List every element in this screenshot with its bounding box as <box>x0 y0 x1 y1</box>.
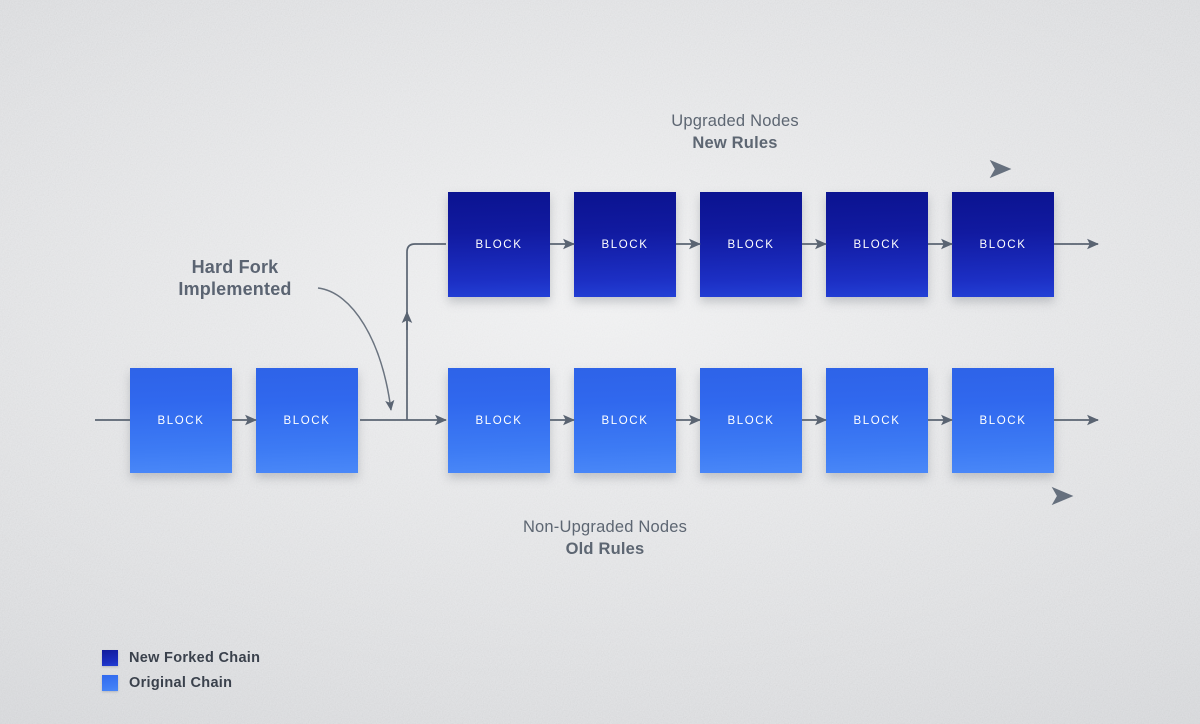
fork-diagram: BLOCK BLOCK BLOCK BLOCK BLOCK BLOCK BLOC… <box>0 0 1200 724</box>
connector-layer <box>95 159 1099 506</box>
hard-fork-pointer-arrow <box>317 287 395 411</box>
connector-fork-branch <box>406 243 446 330</box>
